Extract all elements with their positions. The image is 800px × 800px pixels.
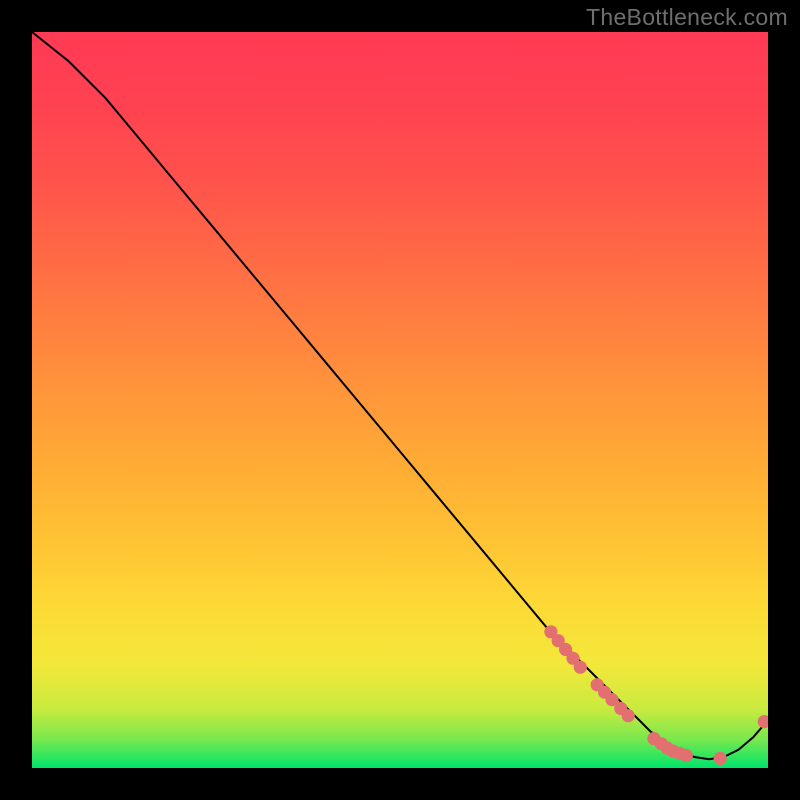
marker-terminal: [758, 715, 768, 728]
attribution-text: TheBottleneck.com: [586, 4, 788, 31]
data-markers: [544, 625, 768, 765]
marker-cluster-1: [574, 661, 587, 674]
bottleneck-curve: [32, 32, 768, 759]
chart-root: TheBottleneck.com: [0, 0, 800, 800]
marker-cluster-3: [680, 749, 693, 762]
marker-cluster-4: [714, 752, 727, 765]
marker-cluster-2: [622, 709, 635, 722]
plot-overlay: [32, 32, 768, 768]
